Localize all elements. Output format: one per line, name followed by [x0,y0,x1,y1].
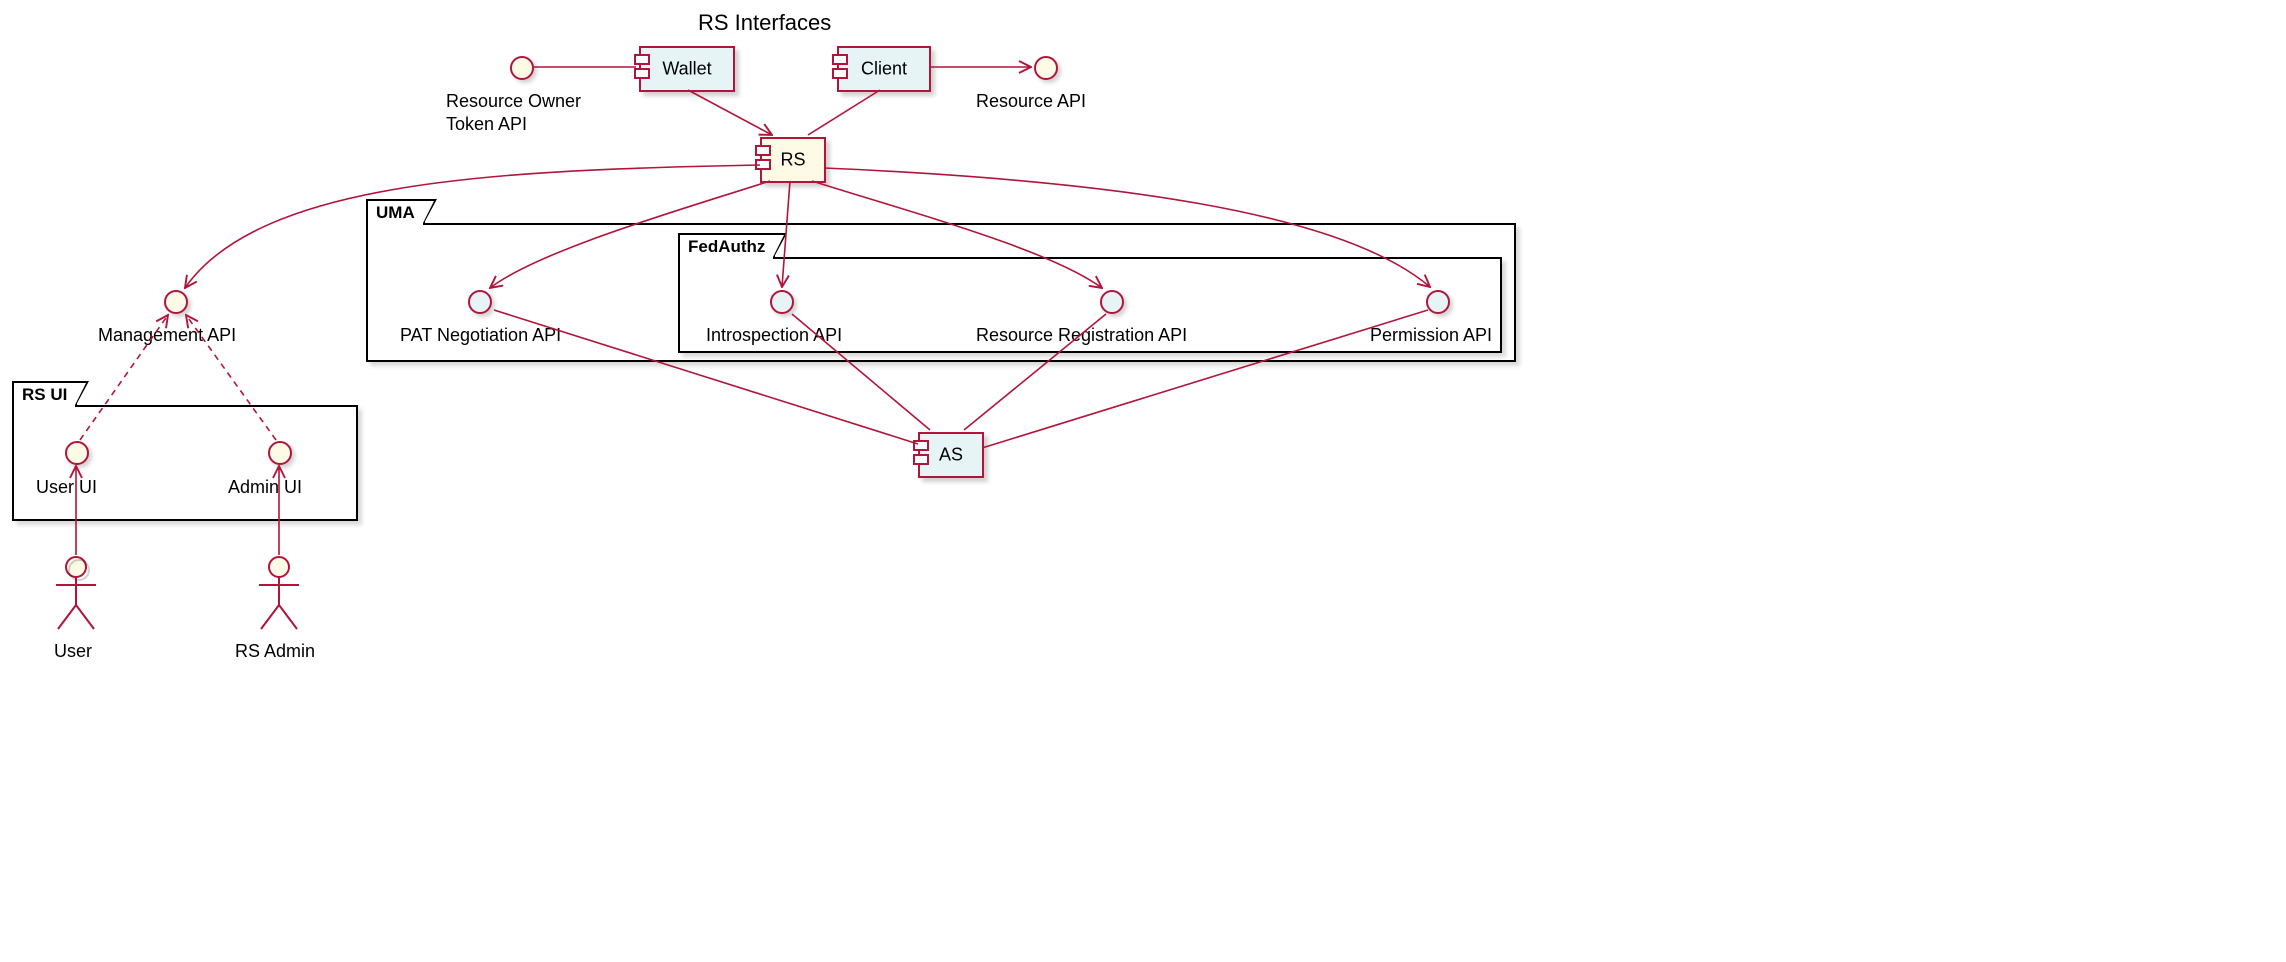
component-lugs-icon [634,54,646,78]
interface-user-ui [65,441,89,465]
component-client-label: Client [861,59,907,80]
interface-pat [468,290,492,314]
interface-resreg [1100,290,1124,314]
interface-introspection-label: Introspection API [706,324,842,347]
diagram-title: RS Interfaces [698,10,831,36]
interface-resreg-label: Resource Registration API [976,324,1187,347]
interface-introspection [770,290,794,314]
interface-admin-ui [268,441,292,465]
package-fedauthz-label: FedAuthz [678,233,775,259]
interface-pat-label: PAT Negotiation API [400,324,561,347]
component-wallet-label: Wallet [662,59,711,80]
component-rs: RS [760,137,826,183]
actor-user-label: User [54,640,92,663]
diagram-stage: RS Interfaces Wallet Client Resource Own… [0,0,1524,680]
component-as: AS [918,432,984,478]
interface-permission-label: Permission API [1370,324,1492,347]
interface-mgmt [164,290,188,314]
interface-permission [1426,290,1450,314]
component-rs-label: RS [780,150,805,171]
component-lugs-icon [832,54,844,78]
package-uma-label: UMA [366,199,425,225]
actor-icon [50,555,102,633]
component-lugs-icon [913,440,925,464]
interface-admin-ui-label: Admin UI [228,476,302,499]
actor-icon [253,555,305,633]
actor-rs-admin-label: RS Admin [235,640,315,663]
interface-resource-api [1034,56,1058,80]
package-rs-ui: RS UI [12,405,358,521]
component-wallet: Wallet [639,46,735,92]
interface-mgmt-label: Management API [98,324,236,347]
component-client: Client [837,46,931,92]
interface-ro-token [510,56,534,80]
component-lugs-icon [755,145,767,169]
actor-rs-admin [253,555,303,645]
actor-user [50,555,100,645]
package-rs-ui-label: RS UI [12,381,77,407]
component-as-label: AS [939,445,963,466]
interface-user-ui-label: User UI [36,476,97,499]
interface-resource-api-label: Resource API [976,90,1086,113]
interface-ro-token-label: Resource Owner Token API [446,90,581,135]
